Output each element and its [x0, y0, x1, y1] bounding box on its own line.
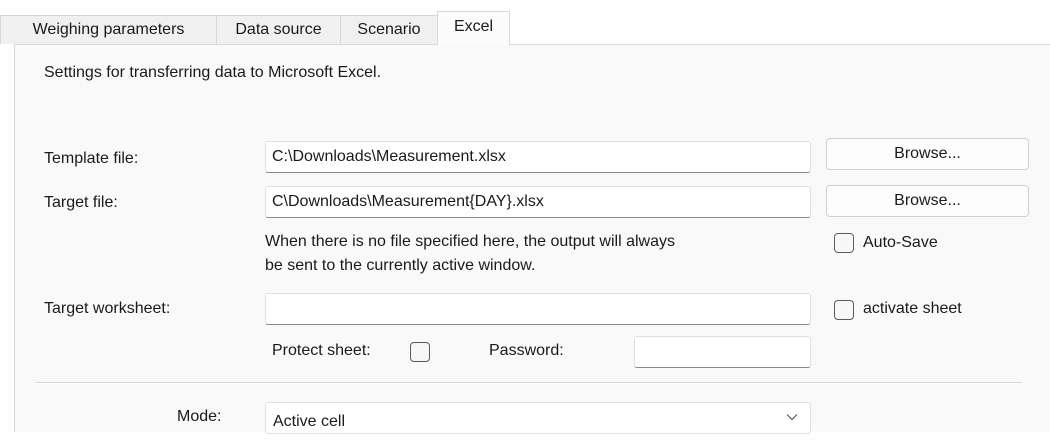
activate-sheet-label: activate sheet	[863, 300, 962, 317]
protect-sheet-label: Protect sheet:	[272, 342, 371, 359]
target-file-hint-line2: be sent to the currently active window.	[265, 257, 536, 274]
activate-sheet-checkbox[interactable]	[834, 300, 854, 320]
template-file-input[interactable]	[265, 141, 811, 173]
excel-description: Settings for transferring data to Micros…	[44, 64, 382, 81]
tab-data-source[interactable]: Data source	[216, 15, 341, 44]
auto-save-checkbox[interactable]	[834, 233, 854, 253]
tab-strip: Weighing parameters Data source Scenario…	[0, 0, 1050, 45]
target-file-label: Target file:	[44, 194, 118, 211]
target-browse-button[interactable]: Browse...	[826, 185, 1029, 217]
template-browse-button[interactable]: Browse...	[826, 138, 1029, 170]
password-input[interactable]	[634, 336, 811, 368]
target-worksheet-input[interactable]	[265, 293, 811, 325]
chevron-down-icon	[786, 414, 798, 421]
template-file-label: Template file:	[44, 150, 139, 167]
mode-selected-value: Active cell	[273, 413, 346, 430]
tab-excel[interactable]: Excel	[437, 11, 510, 45]
password-label: Password:	[489, 342, 564, 359]
target-file-hint-line1: When there is no file specified here, th…	[265, 233, 675, 250]
tab-weighing-parameters[interactable]: Weighing parameters	[0, 15, 217, 44]
section-divider	[36, 382, 1022, 384]
protect-sheet-checkbox[interactable]	[410, 342, 430, 362]
target-file-input[interactable]	[265, 186, 811, 218]
mode-select[interactable]: Active cell	[265, 402, 811, 434]
target-worksheet-label: Target worksheet:	[44, 300, 171, 317]
tab-scenario[interactable]: Scenario	[340, 15, 438, 44]
mode-label: Mode:	[177, 408, 222, 425]
auto-save-label: Auto-Save	[863, 234, 938, 251]
